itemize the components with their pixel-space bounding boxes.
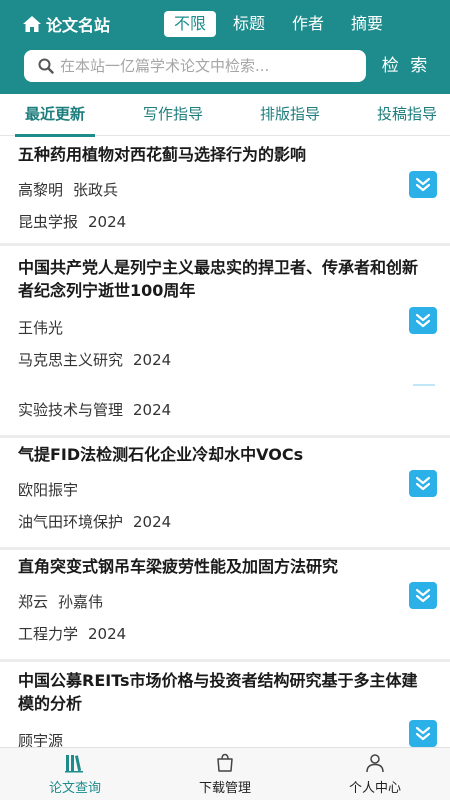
author-name: 张政兵 [73,181,119,199]
item-divider [0,659,450,662]
search-input[interactable] [60,57,350,75]
nav-download-manager[interactable]: 下载管理 [150,748,300,800]
category-tabs: 最近更新 写作指导 排版指导 投稿指导 [0,94,450,137]
publish-year: 2024 [88,213,127,231]
paper-title[interactable]: 气提FID法检测石化企业冷却水中VOCs [18,443,433,466]
author-name: 郑云 [18,593,49,611]
paper-source: 实验技术与管理 2024 [18,399,171,420]
search-icon [38,58,54,74]
paper-item[interactable]: 中国共产党人是列宁主义最忠实的捍卫者、传承者和创新者纪念列宁逝世100周年 王伟… [0,247,450,382]
bottom-navigation: 论文查询 下载管理 个人中心 [0,747,450,800]
author-name: 高黎明 [18,181,64,199]
paper-title[interactable]: 直角突变式钢吊车梁疲劳性能及加固方法研究 [18,555,433,578]
filter-author[interactable]: 作者 [282,11,334,37]
journal-name: 实验技术与管理 [18,401,124,419]
paper-title[interactable]: 中国共产党人是列宁主义最忠实的捍卫者、传承者和创新者纪念列宁逝世100周年 [18,256,433,302]
nav-label: 论文查询 [48,781,101,796]
expand-button[interactable] [409,582,437,609]
paper-item[interactable]: 中国公募REITs市场价格与投资者结构研究基于多主体建模的分析 顾宇源 [0,663,450,747]
tab-recent-updates[interactable]: 最近更新 [15,94,96,137]
paper-source: 油气田环境保护 2024 [18,511,171,532]
paper-source: 马克思主义研究 2024 [18,349,171,370]
paper-authors: 王伟光 [18,317,63,338]
expand-button[interactable] [409,171,437,198]
paper-item[interactable]: 实验技术与管理 2024 [0,387,450,435]
books-icon [65,755,83,773]
chevron-double-down-icon [415,726,431,740]
chevron-double-down-icon [415,588,431,602]
chevron-double-down-icon [415,476,431,490]
nav-paper-search[interactable]: 论文查询 [0,748,150,800]
tab-layout-guide[interactable]: 排版指导 [260,94,320,136]
tab-label: 排版指导 [260,105,321,123]
publish-year: 2024 [133,351,172,369]
tab-submission-guide[interactable]: 投稿指导 [377,94,437,136]
expand-button[interactable] [409,470,437,497]
author-name: 孙嘉伟 [58,593,104,611]
chevron-double-down-icon [415,177,431,191]
paper-title[interactable]: 中国公募REITs市场价格与投资者结构研究基于多主体建模的分析 [18,669,433,715]
paper-list: 五种药用植物对西花蓟马选择行为的影响 高黎明 张政兵 昆虫学报 2024 中国共产党… [0,137,450,747]
publish-year: 2024 [133,513,172,531]
expand-button[interactable] [409,307,437,334]
home-icon [23,16,41,32]
item-divider [0,243,450,246]
app-header: 论文名站 不限 标题 作者 摘要 检 索 [0,0,450,94]
shopping-bag-icon [217,753,233,772]
nav-label: 下载管理 [198,781,251,796]
journal-name: 工程力学 [18,625,79,643]
nav-label: 个人中心 [348,781,401,796]
tab-label: 投稿指导 [377,105,438,123]
filter-title[interactable]: 标题 [223,11,275,37]
paper-title[interactable]: 五种药用植物对西花蓟马选择行为的影响 [18,143,433,166]
search-button[interactable]: 检 索 [376,50,436,82]
search-filter-group: 不限 标题 作者 摘要 [164,11,400,37]
author-name: 欧阳振宇 [18,481,79,499]
paper-authors: 高黎明 张政兵 [18,179,118,200]
journal-name: 油气田环境保护 [18,513,124,531]
tab-writing-guide[interactable]: 写作指导 [143,94,203,136]
publish-year: 2024 [133,401,172,419]
paper-authors: 欧阳振宇 [18,479,78,500]
item-divider [0,435,450,438]
paper-authors: 郑云 孙嘉伟 [18,591,103,612]
paper-authors: 顾宇源 [18,730,63,747]
person-icon [366,754,384,773]
brand-title: 论文名站 [46,16,111,35]
author-name: 顾宇源 [18,732,64,747]
nav-personal-center[interactable]: 个人中心 [300,748,450,800]
partial-expand-button [413,384,435,386]
author-name: 王伟光 [18,319,64,337]
filter-abstract[interactable]: 摘要 [341,11,393,37]
item-divider [0,547,450,550]
paper-item[interactable]: 直角突变式钢吊车梁疲劳性能及加固方法研究 郑云 孙嘉伟 工程力学 2024 [0,551,450,659]
filter-all[interactable]: 不限 [164,11,217,37]
brand[interactable]: 论文名站 [22,12,110,36]
paper-source: 昆虫学报 2024 [18,211,126,232]
paper-item[interactable]: 气提FID法检测石化企业冷却水中VOCs 欧阳振宇 油气田环境保护 2024 [0,439,450,547]
publish-year: 2024 [88,625,127,643]
paper-item[interactable]: 五种药用植物对西花蓟马选择行为的影响 高黎明 张政兵 昆虫学报 2024 [0,137,450,243]
journal-name: 马克思主义研究 [18,351,124,369]
expand-button[interactable] [409,720,437,747]
search-box [24,50,366,82]
paper-source: 工程力学 2024 [18,623,126,644]
tab-label: 最近更新 [25,105,86,123]
chevron-double-down-icon [415,313,431,327]
tab-label: 写作指导 [143,105,204,123]
journal-name: 昆虫学报 [18,213,79,231]
